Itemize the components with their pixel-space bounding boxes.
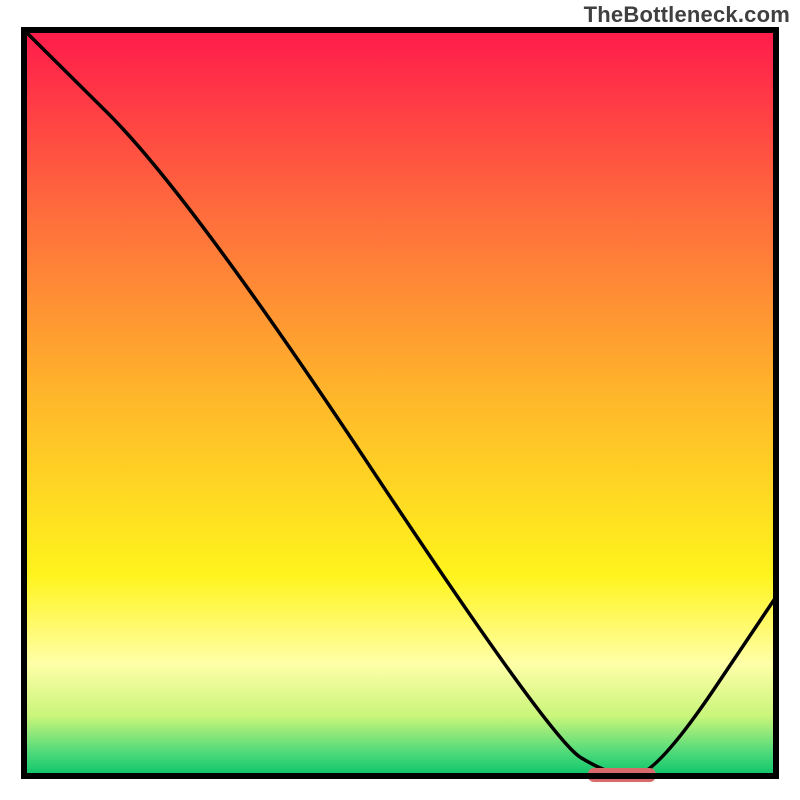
attribution-label: TheBottleneck.com <box>584 2 790 28</box>
chart-container: TheBottleneck.com <box>0 0 800 800</box>
bottleneck-chart <box>0 0 800 800</box>
